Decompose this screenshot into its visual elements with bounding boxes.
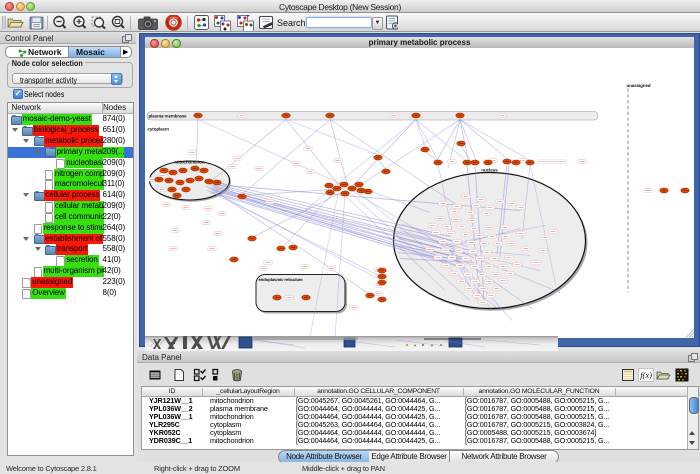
svg-text:endoplasmic reticulum: endoplasmic reticulum: [259, 277, 303, 282]
svg-text:cytoplasm: cytoplasm: [148, 126, 169, 131]
svg-text:nucleus: nucleus: [481, 168, 497, 173]
svg-text:unassigned: unassigned: [627, 83, 651, 88]
svg-text:plasma membrane: plasma membrane: [149, 114, 187, 119]
svg-text:f(x): f(x): [640, 370, 652, 380]
svg-text:mitochondrion: mitochondrion: [174, 159, 204, 164]
